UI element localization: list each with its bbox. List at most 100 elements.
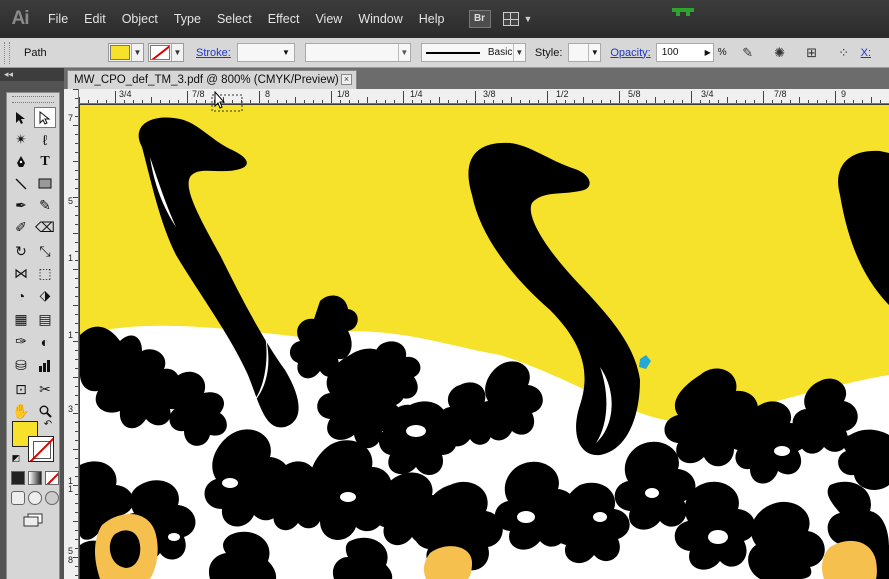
document-setup-icon[interactable]: ✺ — [769, 44, 791, 62]
opacity-panel-link[interactable]: Opacity: — [610, 47, 650, 59]
paintbrush-tool-icon[interactable]: ✒ — [10, 195, 32, 216]
menu-window[interactable]: Window — [350, 0, 410, 38]
tools-panel-dock: ◂◂ ✴ ℓ T ✒ ✎ ✐ ⌫ ↻ ⤡ ⋈ ⬚ ◔ ⬗ ▦ ▤ ✑ ◐ ⛁ ⊡… — [0, 68, 64, 579]
mesh-tool-icon[interactable]: ▦ — [10, 309, 32, 330]
document-tab[interactable]: MW_CPO_def_TM_3.pdf @ 800% (CMYK/Preview… — [67, 70, 357, 89]
close-icon[interactable]: × — [341, 74, 352, 85]
brush-stroke-preview — [425, 52, 480, 54]
tools-panel: ✴ ℓ T ✒ ✎ ✐ ⌫ ↻ ⤡ ⋈ ⬚ ◔ ⬗ ▦ ▤ ✑ ◐ ⛁ ⊡ ✂ … — [6, 92, 60, 579]
ruler-label: 5/8 — [628, 89, 641, 99]
pencil-tool-icon[interactable]: ✎ — [34, 195, 56, 216]
stroke-weight-select[interactable]: ▼ — [236, 43, 295, 62]
x-position-link[interactable]: X: — [861, 47, 871, 59]
stroke-panel-link[interactable]: Stroke: — [196, 47, 231, 59]
gradient-mode-icon[interactable] — [28, 471, 42, 485]
width-tool-icon[interactable]: ⋈ — [10, 263, 32, 284]
sync-status-icon — [672, 8, 694, 16]
ruler-label: 5 — [67, 196, 73, 206]
draw-behind-icon[interactable] — [28, 491, 42, 505]
rectangle-tool-icon[interactable] — [34, 173, 56, 194]
panel-grip[interactable] — [4, 41, 10, 64]
menu-help[interactable]: Help — [411, 0, 453, 38]
scale-tool-icon[interactable]: ⤡ — [34, 241, 56, 262]
menu-select[interactable]: Select — [209, 0, 260, 38]
ruler-label: 1/8 — [337, 89, 350, 99]
document-tab-bar: MW_CPO_def_TM_3.pdf @ 800% (CMYK/Preview… — [64, 68, 889, 89]
stroke-color-swatch[interactable] — [28, 436, 54, 462]
menu-view[interactable]: View — [307, 0, 350, 38]
opacity-value: 100 — [661, 47, 679, 58]
type-tool-icon[interactable]: T — [34, 151, 56, 172]
transform-reference-icon[interactable]: ⁘ — [833, 44, 855, 62]
none-mode-icon[interactable] — [45, 471, 59, 485]
swap-fill-stroke-icon[interactable]: ↶ — [41, 417, 55, 431]
opacity-input[interactable]: 100 ▶ — [655, 43, 714, 62]
gradient-tool-icon[interactable]: ▤ — [34, 309, 56, 330]
eraser-tool-icon[interactable]: ⌫ — [34, 217, 56, 238]
artboard-canvas[interactable] — [80, 105, 889, 579]
blob-brush-tool-icon[interactable]: ✐ — [10, 217, 32, 238]
rotate-tool-icon[interactable]: ↻ — [10, 241, 32, 262]
column-graph-tool-icon[interactable] — [34, 355, 56, 376]
selection-type-label: Path — [24, 46, 47, 59]
artwork — [80, 117, 889, 579]
ruler-label: 7 — [67, 113, 73, 123]
brush-name: Basic — [487, 47, 513, 58]
blend-tool-icon[interactable]: ◐ — [34, 331, 56, 352]
pen-tool-icon[interactable] — [10, 151, 32, 172]
variable-width-profile-select[interactable]: ▼ — [304, 43, 411, 62]
menu-type[interactable]: Type — [166, 0, 209, 38]
slice-tool-icon[interactable]: ✂ — [34, 379, 56, 400]
ruler-label: 9 — [841, 89, 847, 99]
perspective-grid-tool-icon[interactable]: ⬗ — [34, 285, 56, 306]
panel-collapse-button[interactable]: ◂◂ — [0, 68, 64, 81]
draw-normal-icon[interactable] — [11, 491, 25, 505]
fill-color-dropdown[interactable]: ▼ — [108, 43, 144, 62]
ruler-label: 8 — [67, 555, 73, 565]
eyedropper-tool-icon[interactable]: ✑ — [10, 331, 32, 352]
chevron-right-icon: ▶ — [704, 48, 711, 57]
arrange-documents-button[interactable]: ▼ — [502, 10, 539, 28]
illustrator-window: Ai File Edit Object Type Select Effect V… — [0, 0, 889, 579]
hand-tool-icon[interactable]: ✋ — [10, 401, 32, 422]
ruler-label: 1 — [67, 484, 73, 494]
bridge-button[interactable]: Br — [468, 10, 491, 28]
symbol-sprayer-tool-icon[interactable]: ⛁ — [10, 355, 32, 376]
recolor-artwork-icon[interactable]: ✎ — [737, 44, 759, 62]
vertical-ruler[interactable]: 7 5 1 1 3 1 1 5 8 — [64, 89, 79, 579]
graphic-style-dropdown[interactable]: ▼ — [568, 43, 602, 62]
color-mode-icon[interactable] — [11, 471, 25, 485]
free-transform-tool-icon[interactable]: ⬚ — [34, 263, 56, 284]
app-logo: Ai — [11, 8, 30, 29]
opacity-unit: % — [717, 47, 727, 58]
screen-mode-icon[interactable] — [21, 511, 45, 529]
ruler-label: 7/8 — [774, 89, 787, 99]
ruler-label: 3/4 — [119, 89, 132, 99]
horizontal-ruler[interactable]: 3/4 7/8 8 1/8 1/4 3/8 1/2 5/8 3/4 7/8 9 — [79, 89, 889, 104]
stroke-swatch-none — [150, 45, 170, 60]
brush-definition-select[interactable]: Basic ▼ — [420, 43, 526, 62]
menu-effect[interactable]: Effect — [260, 0, 308, 38]
swan-neck-right — [838, 150, 889, 305]
menu-edit[interactable]: Edit — [76, 0, 114, 38]
draw-inside-icon[interactable] — [45, 491, 59, 505]
align-icon[interactable]: ⊞ — [801, 44, 823, 62]
tools-grip[interactable] — [12, 96, 54, 103]
ruler-label: 1 — [67, 330, 73, 340]
chevron-down-icon: ▼ — [131, 44, 143, 61]
chevron-down-icon: ▼ — [512, 44, 525, 61]
default-fill-stroke-icon[interactable]: ◩ — [9, 451, 23, 465]
artboard-tool-icon[interactable]: ⊡ — [10, 379, 32, 400]
line-segment-tool-icon[interactable] — [10, 173, 32, 194]
shape-builder-tool-icon[interactable]: ◔ — [10, 285, 32, 306]
menu-file[interactable]: File — [40, 0, 76, 38]
lasso-tool-icon[interactable]: ℓ — [34, 129, 56, 150]
selection-tool-icon[interactable] — [10, 107, 32, 128]
ruler-label: 1/2 — [556, 89, 569, 99]
control-bar: Path ▼ ▼ Stroke: ▼ ▼ Basic ▼ Style: ▼ Op… — [0, 38, 889, 68]
chevron-down-icon: ▼ — [588, 44, 600, 61]
direct-selection-tool-icon[interactable] — [34, 107, 56, 128]
stroke-color-dropdown[interactable]: ▼ — [148, 43, 184, 62]
magic-wand-tool-icon[interactable]: ✴ — [10, 129, 32, 150]
menu-object[interactable]: Object — [114, 0, 166, 38]
